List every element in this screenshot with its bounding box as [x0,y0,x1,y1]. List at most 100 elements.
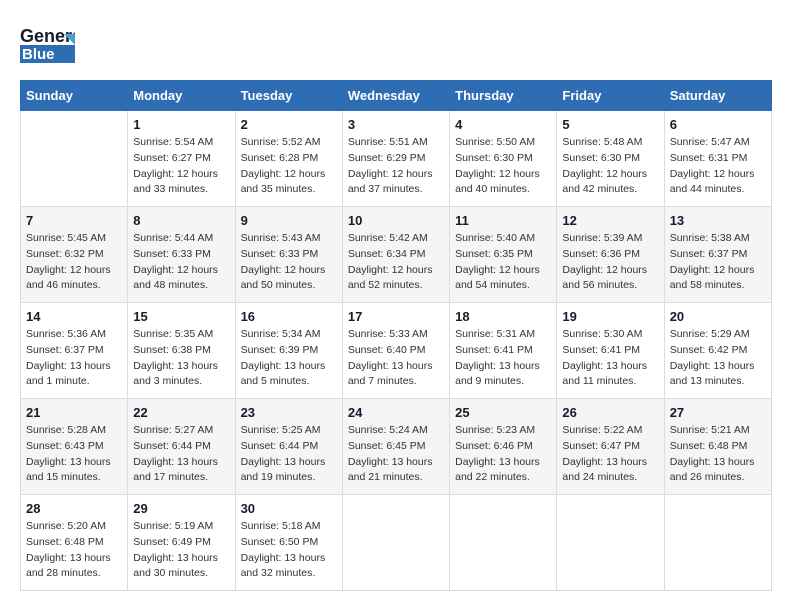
day-number: 21 [26,405,122,420]
calendar-cell: 28 Sunrise: 5:20 AMSunset: 6:48 PMDayligh… [21,495,128,591]
calendar-cell: 22 Sunrise: 5:27 AMSunset: 6:44 PMDayligh… [128,399,235,495]
day-number: 7 [26,213,122,228]
day-info: Sunrise: 5:19 AMSunset: 6:49 PMDaylight:… [133,519,229,582]
day-number: 28 [26,501,122,516]
day-number: 30 [241,501,337,516]
day-info: Sunrise: 5:31 AMSunset: 6:41 PMDaylight:… [455,327,551,390]
day-info: Sunrise: 5:35 AMSunset: 6:38 PMDaylight:… [133,327,229,390]
calendar-cell: 23Sunrise: 5:25 AMSunset: 6:44 PMDayligh… [235,399,342,495]
calendar-cell: 14 Sunrise: 5:36 AMSunset: 6:37 PMDayligh… [21,303,128,399]
day-number: 27 [670,405,766,420]
day-info: Sunrise: 5:28 AMSunset: 6:43 PMDaylight:… [26,423,122,486]
weekday-header: Friday [557,81,664,111]
calendar-cell: 25 Sunrise: 5:23 AMSunset: 6:46 PMDayligh… [450,399,557,495]
day-number: 2 [241,117,337,132]
day-number: 8 [133,213,229,228]
day-info: Sunrise: 5:36 AMSunset: 6:37 PMDaylight:… [26,327,122,390]
calendar-week-row: 28 Sunrise: 5:20 AMSunset: 6:48 PMDayligh… [21,495,772,591]
calendar-week-row: 7Sunrise: 5:45 AMSunset: 6:32 PMDaylight… [21,207,772,303]
day-number: 4 [455,117,551,132]
day-number: 11 [455,213,551,228]
day-info: Sunrise: 5:22 AMSunset: 6:47 PMDaylight:… [562,423,658,486]
calendar-cell: 17 Sunrise: 5:33 AMSunset: 6:40 PMDayligh… [342,303,449,399]
calendar-cell: 1 Sunrise: 5:54 AMSunset: 6:27 PMDaylight… [128,111,235,207]
calendar-header: SundayMondayTuesdayWednesdayThursdayFrid… [21,81,772,111]
day-info: Sunrise: 5:50 AMSunset: 6:30 PMDaylight:… [455,135,551,198]
day-info: Sunrise: 5:39 AMSunset: 6:36 PMDaylight:… [562,231,658,294]
day-info: Sunrise: 5:34 AMSunset: 6:39 PMDaylight:… [241,327,337,390]
calendar-cell: 18Sunrise: 5:31 AMSunset: 6:41 PMDayligh… [450,303,557,399]
calendar-body: 1 Sunrise: 5:54 AMSunset: 6:27 PMDaylight… [21,111,772,591]
calendar-cell: 2 Sunrise: 5:52 AMSunset: 6:28 PMDaylight… [235,111,342,207]
day-number: 20 [670,309,766,324]
day-number: 16 [241,309,337,324]
header: General Blue [20,20,772,70]
day-info: Sunrise: 5:29 AMSunset: 6:42 PMDaylight:… [670,327,766,390]
calendar-week-row: 21 Sunrise: 5:28 AMSunset: 6:43 PMDayligh… [21,399,772,495]
weekday-header: Thursday [450,81,557,111]
day-info: Sunrise: 5:42 AMSunset: 6:34 PMDaylight:… [348,231,444,294]
calendar-cell [450,495,557,591]
day-number: 13 [670,213,766,228]
day-number: 26 [562,405,658,420]
calendar-cell: 7Sunrise: 5:45 AMSunset: 6:32 PMDaylight… [21,207,128,303]
calendar-cell: 29 Sunrise: 5:19 AMSunset: 6:49 PMDayligh… [128,495,235,591]
calendar-cell: 6 Sunrise: 5:47 AMSunset: 6:31 PMDaylight… [664,111,771,207]
day-number: 12 [562,213,658,228]
day-info: Sunrise: 5:40 AMSunset: 6:35 PMDaylight:… [455,231,551,294]
calendar-cell: 30 Sunrise: 5:18 AMSunset: 6:50 PMDayligh… [235,495,342,591]
day-info: Sunrise: 5:44 AMSunset: 6:33 PMDaylight:… [133,231,229,294]
calendar-cell: 16 Sunrise: 5:34 AMSunset: 6:39 PMDayligh… [235,303,342,399]
day-number: 14 [26,309,122,324]
day-info: Sunrise: 5:33 AMSunset: 6:40 PMDaylight:… [348,327,444,390]
day-number: 6 [670,117,766,132]
day-info: Sunrise: 5:18 AMSunset: 6:50 PMDaylight:… [241,519,337,582]
day-number: 10 [348,213,444,228]
calendar-cell [21,111,128,207]
svg-text:Blue: Blue [22,46,55,63]
day-number: 24 [348,405,444,420]
weekday-header: Sunday [21,81,128,111]
calendar-table: SundayMondayTuesdayWednesdayThursdayFrid… [20,80,772,591]
calendar-cell [664,495,771,591]
calendar-week-row: 14 Sunrise: 5:36 AMSunset: 6:37 PMDayligh… [21,303,772,399]
logo: General Blue [20,20,77,70]
day-info: Sunrise: 5:54 AMSunset: 6:27 PMDaylight:… [133,135,229,198]
calendar-cell: 9 Sunrise: 5:43 AMSunset: 6:33 PMDaylight… [235,207,342,303]
day-number: 3 [348,117,444,132]
calendar-cell: 20 Sunrise: 5:29 AMSunset: 6:42 PMDayligh… [664,303,771,399]
day-number: 22 [133,405,229,420]
calendar-cell: 8 Sunrise: 5:44 AMSunset: 6:33 PMDaylight… [128,207,235,303]
day-info: Sunrise: 5:20 AMSunset: 6:48 PMDaylight:… [26,519,122,582]
calendar-cell [342,495,449,591]
calendar-cell [557,495,664,591]
day-number: 17 [348,309,444,324]
day-info: Sunrise: 5:38 AMSunset: 6:37 PMDaylight:… [670,231,766,294]
day-info: Sunrise: 5:47 AMSunset: 6:31 PMDaylight:… [670,135,766,198]
weekday-header: Wednesday [342,81,449,111]
calendar-cell: 11 Sunrise: 5:40 AMSunset: 6:35 PMDayligh… [450,207,557,303]
day-info: Sunrise: 5:43 AMSunset: 6:33 PMDaylight:… [241,231,337,294]
day-info: Sunrise: 5:27 AMSunset: 6:44 PMDaylight:… [133,423,229,486]
day-info: Sunrise: 5:51 AMSunset: 6:29 PMDaylight:… [348,135,444,198]
weekday-header: Monday [128,81,235,111]
calendar-cell: 4 Sunrise: 5:50 AMSunset: 6:30 PMDaylight… [450,111,557,207]
calendar-cell: 15Sunrise: 5:35 AMSunset: 6:38 PMDayligh… [128,303,235,399]
day-number: 9 [241,213,337,228]
calendar-cell: 13 Sunrise: 5:38 AMSunset: 6:37 PMDayligh… [664,207,771,303]
calendar-cell: 12 Sunrise: 5:39 AMSunset: 6:36 PMDayligh… [557,207,664,303]
day-info: Sunrise: 5:25 AMSunset: 6:44 PMDaylight:… [241,423,337,486]
day-number: 29 [133,501,229,516]
logo-icon: General Blue [20,20,75,70]
day-info: Sunrise: 5:48 AMSunset: 6:30 PMDaylight:… [562,135,658,198]
weekday-header: Saturday [664,81,771,111]
day-info: Sunrise: 5:52 AMSunset: 6:28 PMDaylight:… [241,135,337,198]
day-number: 25 [455,405,551,420]
weekday-header: Tuesday [235,81,342,111]
calendar-cell: 19Sunrise: 5:30 AMSunset: 6:41 PMDayligh… [557,303,664,399]
day-number: 1 [133,117,229,132]
calendar-cell: 27Sunrise: 5:21 AMSunset: 6:48 PMDayligh… [664,399,771,495]
calendar-cell: 24Sunrise: 5:24 AMSunset: 6:45 PMDayligh… [342,399,449,495]
day-number: 5 [562,117,658,132]
day-info: Sunrise: 5:23 AMSunset: 6:46 PMDaylight:… [455,423,551,486]
